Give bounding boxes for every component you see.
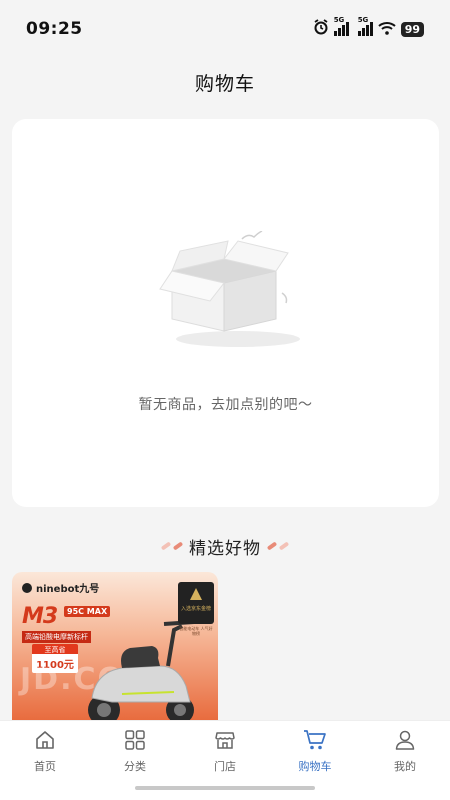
status-icons: 5G 5G 99 bbox=[313, 16, 424, 39]
product-model: M3 bbox=[22, 604, 58, 629]
alarm-icon bbox=[313, 19, 329, 39]
product-slogan: 高端铅酸电摩新标杆 bbox=[22, 631, 91, 643]
rank-badge-subtext: 智能电动车 人气好物榜 bbox=[179, 626, 213, 636]
signal-label: 5G bbox=[333, 16, 345, 24]
store-icon bbox=[214, 729, 236, 755]
rank-logo-icon bbox=[190, 588, 202, 600]
tab-label: 分类 bbox=[124, 760, 146, 773]
signal-icon: 5G bbox=[333, 16, 349, 36]
home-icon bbox=[34, 729, 56, 755]
rank-badge: 入选京东金榜 bbox=[178, 582, 214, 624]
page-header: 购物车 bbox=[0, 58, 450, 106]
signal-icon: 5G bbox=[357, 16, 373, 36]
empty-cart-message: 暂无商品，去加点别的吧～ bbox=[138, 397, 313, 413]
empty-box-icon bbox=[158, 230, 308, 355]
wifi-icon bbox=[378, 20, 396, 39]
tab-label: 我的 bbox=[394, 760, 416, 773]
tab-label: 门店 bbox=[214, 760, 236, 773]
sparkle-icon bbox=[160, 541, 184, 551]
sparkle-icon bbox=[266, 541, 290, 551]
tab-label: 购物车 bbox=[298, 760, 332, 773]
user-icon bbox=[394, 729, 416, 755]
status-time: 09:25 bbox=[26, 19, 83, 39]
recommend-title-text: 精选好物 bbox=[189, 538, 261, 559]
brand-name: ninebot九号 bbox=[36, 584, 100, 595]
brand-logo-icon bbox=[22, 582, 32, 593]
rank-badge-text: 入选京东金榜 bbox=[180, 606, 211, 612]
page-title: 购物车 bbox=[194, 72, 255, 95]
signal-label: 5G bbox=[357, 16, 369, 24]
tab-label: 首页 bbox=[34, 760, 56, 773]
product-brand: ninebot九号 bbox=[22, 580, 99, 595]
battery-icon: 99 bbox=[400, 21, 424, 37]
product-card[interactable]: ninebot九号 M3 95C MAX 高端铅酸电摩新标杆 至高省 1100元… bbox=[12, 572, 218, 722]
status-bar: 09:25 5G 5G 99 bbox=[0, 0, 450, 58]
empty-cart-card: 暂无商品，去加点别的吧～ bbox=[12, 119, 439, 507]
tab-home[interactable]: 首页 bbox=[0, 729, 90, 800]
recommend-title: 精选好物 bbox=[0, 532, 450, 560]
cart-icon bbox=[303, 729, 327, 755]
tab-profile[interactable]: 我的 bbox=[360, 729, 450, 800]
grid-icon bbox=[124, 729, 146, 755]
home-indicator[interactable] bbox=[135, 786, 315, 790]
